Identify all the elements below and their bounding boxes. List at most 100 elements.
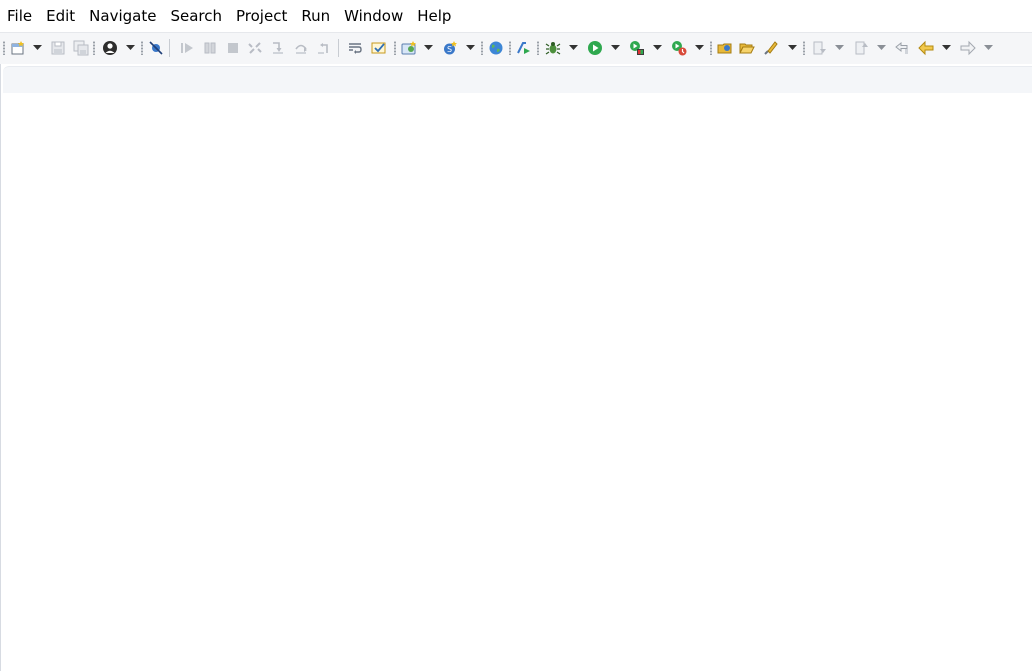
coverage-button[interactable] xyxy=(628,33,646,63)
terminate-button[interactable] xyxy=(224,33,242,63)
next-annotation-dropdown[interactable] xyxy=(834,33,844,63)
toggle-mark-button[interactable] xyxy=(369,33,389,63)
menu-project[interactable]: Project xyxy=(229,0,294,32)
toolbar-grip xyxy=(3,41,5,55)
forward-button[interactable] xyxy=(958,33,978,63)
globe-icon xyxy=(489,41,503,55)
next-annotation-button[interactable] xyxy=(810,33,828,63)
save-icon xyxy=(51,41,65,55)
word-wrap-icon xyxy=(349,43,362,54)
disconnect-button[interactable] xyxy=(246,33,264,63)
menu-edit[interactable]: Edit xyxy=(39,0,82,32)
chevron-down-icon xyxy=(787,45,797,50)
coverage-dropdown[interactable] xyxy=(652,33,662,63)
new-script-dropdown[interactable] xyxy=(465,33,475,63)
main-toolbar: S xyxy=(0,32,1032,64)
previous-annotation-dropdown[interactable] xyxy=(876,33,886,63)
open-folder-icon xyxy=(739,43,755,54)
toolbar-grip xyxy=(141,41,143,55)
suspend-button[interactable] xyxy=(201,33,219,63)
profile-dropdown[interactable] xyxy=(694,33,704,63)
save-all-button[interactable] xyxy=(72,33,90,63)
toolbar-grip xyxy=(93,41,95,55)
editor-tab-bar xyxy=(3,66,1032,93)
run-button[interactable] xyxy=(586,33,604,63)
chevron-down-icon xyxy=(941,45,951,50)
open-task-button[interactable] xyxy=(762,33,780,63)
menu-window[interactable]: Window xyxy=(337,0,410,32)
chevron-down-icon xyxy=(610,45,620,50)
user-button[interactable] xyxy=(100,33,120,63)
new-dropdown[interactable] xyxy=(32,33,42,63)
debug-button[interactable] xyxy=(544,33,562,63)
toolbar-grip xyxy=(394,41,396,55)
menu-run[interactable]: Run xyxy=(294,0,337,32)
menu-search[interactable]: Search xyxy=(163,0,229,32)
toolbar-grip xyxy=(537,41,539,55)
previous-annotation-icon xyxy=(855,41,868,55)
run-dropdown[interactable] xyxy=(610,33,620,63)
forward-icon xyxy=(960,40,976,56)
new-server-dropdown[interactable] xyxy=(423,33,433,63)
profile-button[interactable] xyxy=(670,33,688,63)
open-type-button[interactable] xyxy=(716,33,734,63)
step-over-icon xyxy=(295,44,307,54)
open-task-dropdown[interactable] xyxy=(787,33,797,63)
toolbar-grip xyxy=(509,41,511,55)
coverage-icon xyxy=(630,41,644,55)
new-button[interactable] xyxy=(9,33,27,63)
step-into-icon xyxy=(273,42,283,54)
editor-area[interactable] xyxy=(0,64,1032,671)
step-return-button[interactable] xyxy=(315,33,333,63)
open-task-icon xyxy=(764,41,778,55)
back-dropdown[interactable] xyxy=(941,33,951,63)
new-server-icon xyxy=(401,41,416,55)
svg-text:S: S xyxy=(447,45,452,54)
new-server-button[interactable] xyxy=(400,33,418,63)
back-icon xyxy=(918,40,934,56)
step-return-icon xyxy=(318,43,328,54)
menu-bar: File Edit Navigate Search Project Run Wi… xyxy=(0,0,1032,32)
next-annotation-icon xyxy=(813,41,826,55)
toolbar-grip xyxy=(710,41,712,55)
last-edit-button[interactable] xyxy=(893,33,911,63)
new-icon xyxy=(11,41,24,55)
previous-annotation-button[interactable] xyxy=(852,33,870,63)
chevron-down-icon xyxy=(983,45,993,50)
step-over-button[interactable] xyxy=(292,33,310,63)
forward-dropdown[interactable] xyxy=(983,33,993,63)
open-browser-button[interactable] xyxy=(487,33,505,63)
toolbar-grip xyxy=(803,41,805,55)
chevron-down-icon xyxy=(568,45,578,50)
user-dropdown[interactable] xyxy=(125,33,135,63)
run-server-button[interactable] xyxy=(515,33,533,63)
chevron-down-icon xyxy=(32,45,42,50)
menu-file[interactable]: File xyxy=(0,0,39,32)
save-button[interactable] xyxy=(49,33,67,63)
last-edit-icon xyxy=(895,41,908,54)
user-icon xyxy=(103,41,117,55)
chevron-down-icon xyxy=(876,45,886,50)
resume-icon xyxy=(181,43,193,53)
step-into-button[interactable] xyxy=(269,33,287,63)
open-folder-button[interactable] xyxy=(738,33,756,63)
toolbar-separator xyxy=(338,39,339,57)
toolbar-separator xyxy=(169,39,170,57)
menu-help[interactable]: Help xyxy=(410,0,458,32)
skip-breakpoints-icon xyxy=(149,41,163,55)
resume-button[interactable] xyxy=(178,33,196,63)
debug-dropdown[interactable] xyxy=(568,33,578,63)
chevron-down-icon xyxy=(694,45,704,50)
chevron-down-icon xyxy=(465,45,475,50)
chevron-down-icon xyxy=(423,45,433,50)
new-script-button[interactable]: S xyxy=(441,33,459,63)
terminate-icon xyxy=(228,43,238,53)
back-button[interactable] xyxy=(916,33,936,63)
word-wrap-button[interactable] xyxy=(346,33,364,63)
menu-navigate[interactable]: Navigate xyxy=(82,0,163,32)
save-all-icon xyxy=(73,40,89,56)
skip-breakpoints-button[interactable] xyxy=(147,33,165,63)
chevron-down-icon xyxy=(834,45,844,50)
toolbar-grip xyxy=(481,41,483,55)
run-icon xyxy=(588,41,602,55)
